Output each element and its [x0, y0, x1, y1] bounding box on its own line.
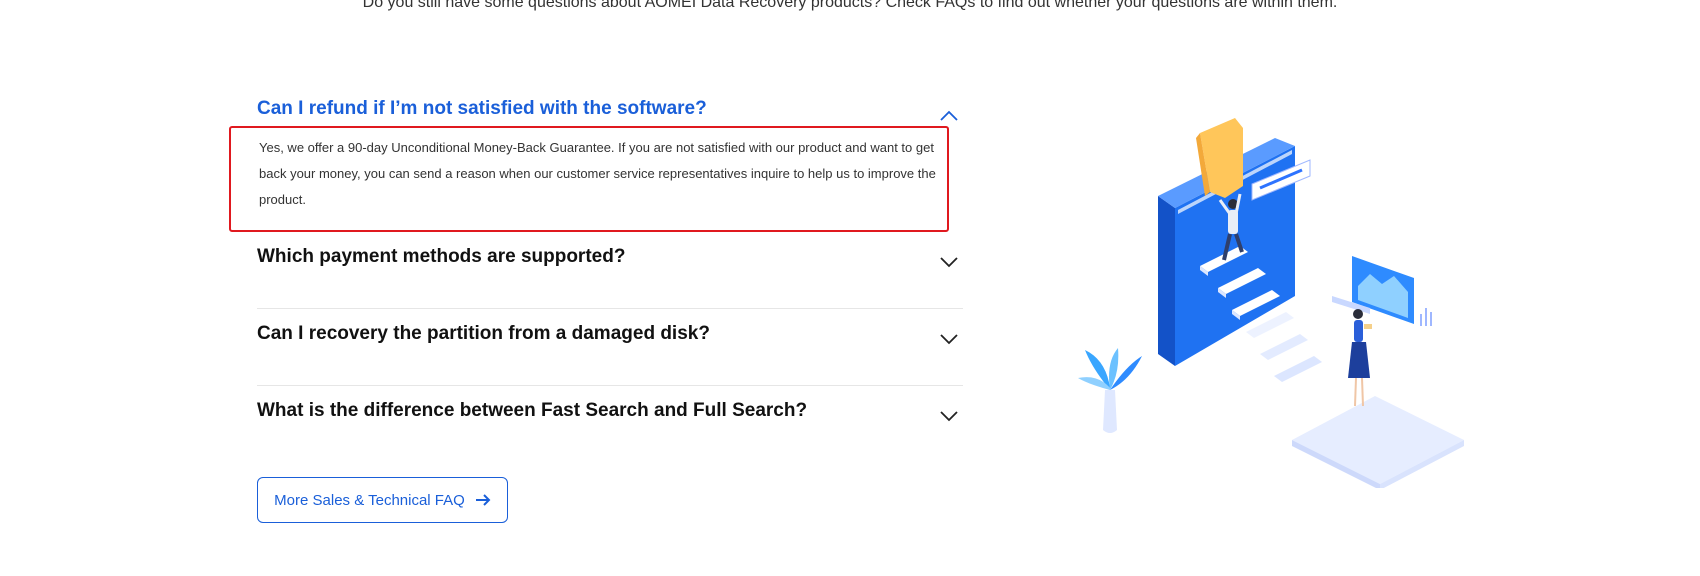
faq-question-toggle[interactable]: What is the difference between Fast Sear… — [257, 386, 963, 428]
faq-question-text: What is the difference between Fast Sear… — [257, 400, 808, 421]
faq-answer-text: Yes, we offer a 90-day Unconditional Mon… — [229, 126, 949, 232]
faq-question-text: Which payment methods are supported? — [257, 246, 626, 267]
faq-item-payment: Which payment methods are supported? — [257, 232, 963, 309]
faq-question-toggle[interactable]: Which payment methods are supported? — [257, 232, 963, 274]
chevron-up-icon[interactable] — [937, 104, 961, 128]
faq-question-text: Can I recovery the partition from a dama… — [257, 323, 710, 344]
faq-item-partition: Can I recovery the partition from a dama… — [257, 309, 963, 386]
more-faq-button[interactable]: More Sales & Technical FAQ — [257, 477, 508, 523]
faq-item-refund: Can I refund if I’m not satisfied with t… — [229, 96, 963, 232]
more-faq-button-label: More Sales & Technical FAQ — [274, 491, 465, 509]
faq-intro-text: Do you still have some questions about A… — [362, 0, 1338, 11]
faq-list: Can I refund if I’m not satisfied with t… — [229, 96, 963, 463]
chevron-down-icon[interactable] — [937, 404, 961, 428]
faq-question-text: Can I refund if I’m not satisfied with t… — [257, 98, 707, 119]
faq-illustration — [1078, 118, 1464, 488]
faq-question-toggle[interactable]: Can I refund if I’m not satisfied with t… — [257, 96, 963, 128]
chevron-down-icon[interactable] — [937, 250, 961, 274]
faq-question-toggle[interactable]: Can I recovery the partition from a dama… — [257, 309, 963, 351]
faq-section: Do you still have some questions about A… — [0, 0, 1700, 576]
chevron-down-icon[interactable] — [937, 327, 961, 351]
faq-item-search-modes: What is the difference between Fast Sear… — [257, 386, 963, 463]
arrow-right-icon — [475, 494, 491, 506]
